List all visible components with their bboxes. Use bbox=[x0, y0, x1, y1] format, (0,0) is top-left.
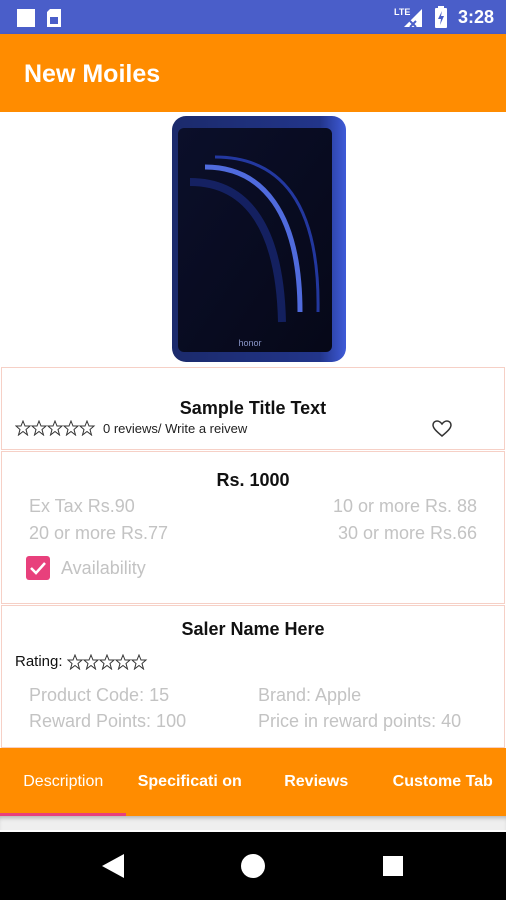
svg-text:LTE: LTE bbox=[394, 7, 410, 17]
availability-checkbox[interactable] bbox=[26, 556, 50, 580]
signal-icon: LTE bbox=[394, 7, 422, 28]
tab-content-area bbox=[0, 816, 506, 830]
bulk-price-20: 20 or more Rs.77 bbox=[29, 523, 169, 543]
app-bar: New Moiles bbox=[0, 34, 506, 112]
sim-card-icon bbox=[47, 9, 61, 27]
tab-custom[interactable]: Custome Tab bbox=[380, 748, 506, 816]
favorite-heart-icon[interactable] bbox=[432, 420, 452, 438]
ex-tax-price: Ex Tax Rs.90 bbox=[29, 496, 135, 516]
battery-charging-icon bbox=[434, 6, 447, 28]
star-rating-icon[interactable] bbox=[15, 420, 99, 436]
reviews-link[interactable]: 0 reviews/ Write a reivew bbox=[103, 421, 247, 436]
bulk-price-10: 10 or more Rs. 88 bbox=[332, 496, 477, 516]
tab-reviews[interactable]: Reviews bbox=[253, 748, 380, 816]
rating-label: Rating: bbox=[15, 653, 63, 670]
product-image-area: honor bbox=[0, 112, 506, 366]
brand-info: Brand: Apple bbox=[258, 685, 362, 705]
home-icon[interactable] bbox=[240, 853, 266, 879]
back-icon[interactable] bbox=[100, 852, 126, 880]
price-in-reward-points: Price in reward points: 40 bbox=[258, 711, 462, 731]
availability-label: Availability bbox=[61, 558, 146, 578]
tab-description[interactable]: Description bbox=[0, 748, 127, 816]
status-bar: LTE 3:28 bbox=[0, 0, 506, 34]
system-nav-bar bbox=[0, 832, 506, 900]
product-image[interactable]: honor bbox=[0, 112, 506, 366]
seller-card: Saler Name Here Rating: Product Code: 15… bbox=[1, 605, 505, 748]
product-price: Rs. 1000 bbox=[216, 470, 290, 490]
check-icon bbox=[30, 562, 46, 575]
notification-square-icon bbox=[17, 9, 35, 27]
product-title: Sample Title Text bbox=[179, 398, 327, 418]
clock: 3:28 bbox=[457, 6, 494, 27]
reward-points: Reward Points: 100 bbox=[29, 711, 187, 731]
product-rating-row: 0 reviews/ Write a reivew bbox=[15, 420, 247, 436]
app-title: New Moiles bbox=[24, 60, 161, 88]
recents-icon[interactable] bbox=[382, 855, 404, 877]
brand-logo-text: honor bbox=[238, 338, 261, 348]
bulk-price-30: 30 or more Rs.66 bbox=[337, 523, 477, 543]
seller-name: Saler Name Here bbox=[181, 619, 325, 639]
product-price-card: Rs. 1000 Ex Tax Rs.90 10 or more Rs. 88 … bbox=[1, 451, 505, 604]
tab-bar: Description Specificati on Reviews Custo… bbox=[0, 748, 506, 816]
tab-specification[interactable]: Specificati on bbox=[127, 748, 254, 816]
product-title-card: Sample Title Text 0 reviews/ Write a rei… bbox=[1, 367, 505, 450]
product-code: Product Code: 15 bbox=[29, 685, 170, 705]
seller-rating-row: Rating: bbox=[15, 653, 151, 670]
seller-star-rating-icon[interactable] bbox=[66, 653, 151, 670]
